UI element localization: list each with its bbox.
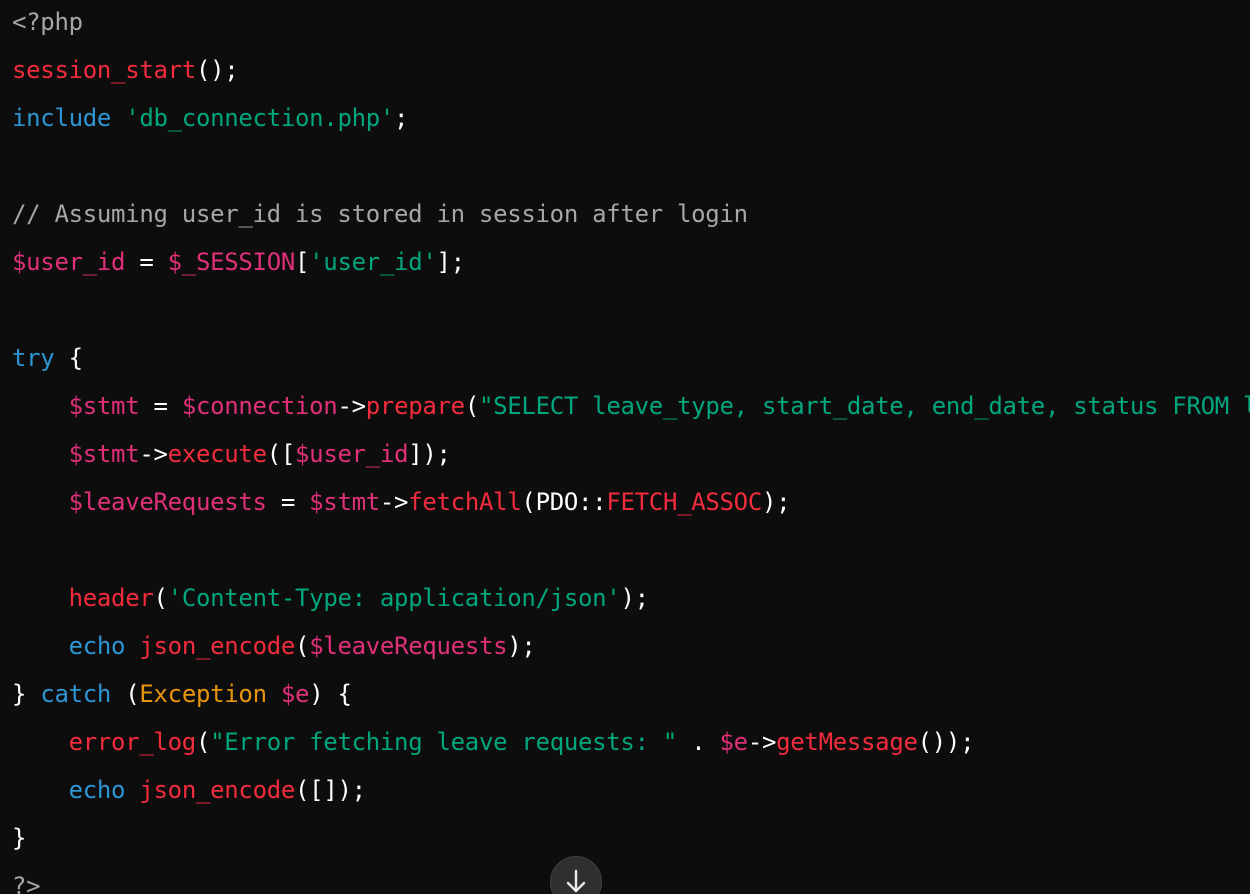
- code-token: }: [12, 824, 27, 852]
- code-token: echo: [68, 632, 126, 660]
- code-token: header: [68, 584, 154, 612]
- scroll-to-bottom-button[interactable]: [550, 856, 602, 894]
- code-token: "Error fetching leave requests: ": [210, 728, 678, 756]
- code-token: (: [111, 680, 140, 708]
- code-token: .: [677, 728, 720, 756]
- code-token: =: [266, 488, 310, 516]
- code-token: ->: [379, 488, 409, 516]
- code-token: $_SESSION: [167, 248, 296, 276]
- code-token: $e: [719, 728, 749, 756]
- code-token: "SELECT leave_type, start_date, end_date…: [478, 392, 1250, 420]
- code-token: (: [295, 632, 310, 660]
- code-line: include 'db_connection.php';: [12, 102, 409, 134]
- code-token: 'user_id': [309, 248, 437, 276]
- code-token: ];: [436, 248, 466, 276]
- code-token: catch: [40, 680, 112, 708]
- code-token: ) {: [309, 680, 352, 708]
- code-token: ([]);: [295, 776, 366, 804]
- code-token: ->: [139, 440, 168, 468]
- code-token: // Assuming user_id is stored in session…: [12, 200, 748, 228]
- code-token: ]);: [408, 440, 451, 468]
- code-token: 'Content-Type: application/json': [167, 584, 621, 612]
- code-token: (: [195, 728, 211, 756]
- code-token: ::: [578, 488, 607, 516]
- code-line: $stmt = $connection->prepare("SELECT lea…: [12, 390, 1250, 422]
- code-line: $stmt->execute([$user_id]);: [12, 438, 451, 470]
- code-line: echo json_encode($leaveRequests);: [12, 630, 536, 662]
- code-line: echo json_encode([]);: [12, 774, 366, 806]
- code-token: fetchAll: [408, 488, 522, 516]
- code-token: $user_id: [12, 248, 126, 276]
- code-token: 'db_connection.php': [125, 104, 395, 132]
- code-token: FETCH_ASSOC: [606, 488, 762, 516]
- code-line: <?php: [12, 6, 83, 38]
- code-token: echo: [68, 776, 126, 804]
- code-token: include: [12, 104, 112, 132]
- code-token: $stmt: [68, 440, 140, 468]
- code-token: );: [620, 584, 649, 612]
- code-token: ());: [917, 728, 975, 756]
- code-block: <?php session_start(); include 'db_connect…: [0, 0, 1250, 894]
- code-line: header('Content-Type: application/json')…: [12, 582, 649, 614]
- code-token: ;: [394, 104, 409, 132]
- code-token: );: [507, 632, 536, 660]
- code-token: $stmt: [68, 392, 140, 420]
- code-line: }: [12, 822, 26, 854]
- code-token: $leaveRequests: [68, 488, 267, 516]
- code-token: ();: [195, 56, 239, 84]
- code-token: Exception: [139, 680, 267, 708]
- code-token: ->: [337, 392, 366, 420]
- code-line: session_start();: [12, 54, 239, 86]
- code-token: ?>: [12, 872, 41, 894]
- code-line: } catch (Exception $e) {: [12, 678, 352, 710]
- code-token: ->: [747, 728, 777, 756]
- code-token: try: [12, 344, 55, 372]
- code-token: prepare: [365, 392, 465, 420]
- code-line: ?>: [12, 870, 41, 894]
- code-line: try {: [12, 342, 83, 374]
- code-token: <?php: [12, 8, 83, 36]
- code-token: $leaveRequests: [309, 632, 508, 660]
- code-token: (: [464, 392, 479, 420]
- code-token: $e: [280, 680, 310, 708]
- code-token: error_log: [68, 728, 197, 756]
- code-token: PDO: [535, 488, 579, 516]
- code-token: {: [54, 344, 83, 372]
- code-line: error_log("Error fetching leave requests…: [12, 726, 975, 758]
- code-token: [: [295, 248, 310, 276]
- code-token: (: [521, 488, 536, 516]
- code-token: }: [12, 680, 41, 708]
- code-line: $leaveRequests = $stmt->fetchAll(PDO::FE…: [12, 486, 791, 518]
- code-token: );: [762, 488, 791, 516]
- arrow-down-icon: [566, 869, 586, 893]
- code-token: json_encode: [139, 632, 296, 660]
- code-token: $user_id: [295, 440, 409, 468]
- code-token: json_encode: [139, 776, 296, 804]
- code-token: getMessage: [776, 728, 918, 756]
- code-token: (: [153, 584, 168, 612]
- code-token: session_start: [12, 56, 196, 84]
- code-line: $user_id = $_SESSION['user_id'];: [12, 246, 465, 278]
- code-token: execute: [167, 440, 267, 468]
- code-line: // Assuming user_id is stored in session…: [12, 198, 748, 230]
- code-token: $connection: [181, 392, 338, 420]
- code-token: =: [125, 248, 168, 276]
- code-token: ([: [266, 440, 296, 468]
- code-token: $stmt: [309, 488, 380, 516]
- code-token: =: [139, 392, 182, 420]
